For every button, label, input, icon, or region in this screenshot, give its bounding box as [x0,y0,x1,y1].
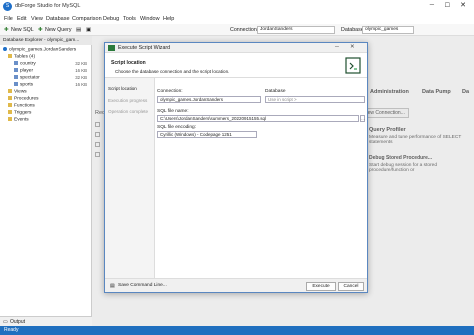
menu-tools[interactable]: Tools [123,16,136,22]
toolbar: ✚ New SQL ✚ New Query ▤ ▣ Connection: Jo… [0,24,474,36]
wizard-icon [108,45,115,51]
tree-events[interactable]: Events [8,117,29,122]
connection-select[interactable]: olympic_games.JordanSanders [157,96,261,103]
output-icon: ▭ [3,319,8,325]
menu-window[interactable]: Window [140,16,160,22]
folder-icon [8,103,12,107]
dialog-minimize-icon[interactable]: ─ [335,44,339,50]
tree-root-label: olympic_games.JordanSanders [9,47,77,53]
encoding-label: SQL file encoding: [157,125,197,130]
dialog-title-bar: Execute Script Wizard ─ ✕ [105,43,367,53]
execute-script-wizard: Execute Script Wizard ─ ✕ Script locatio… [104,42,368,293]
wizard-nav: Script location Execution progress Opera… [105,78,155,278]
connection-label: Connection: [230,27,259,33]
tree-root[interactable]: olympic_games.JordanSanders [3,47,76,52]
status-text: Ready [4,327,19,333]
tree-folder-label: Events [14,117,29,123]
explorer-title: Database Explorer - olympic_gam... [0,36,92,45]
tree-folder-label: Procedures [14,96,39,102]
database-label: Database [265,89,286,94]
title-bar: S dbForge Studio for MySQL ─ ☐ ✕ [0,0,474,13]
menu-help[interactable]: Help [163,16,174,22]
menu-view[interactable]: View [31,16,43,22]
menu-database[interactable]: Database [46,16,70,22]
connection-label: Connection: [157,89,183,94]
table-icon [14,82,18,86]
dialog-header: Script location Choose the database conn… [105,53,367,78]
table-name: player [20,68,34,74]
table-icon [14,61,18,65]
folder-icon [8,54,12,58]
header-desc: Choose the database connection and the s… [115,69,230,74]
output-tab-label: Output [10,319,26,325]
window-title: dbForge Studio for MySQL [15,3,81,9]
menu-bar: File Edit View Database Comparison Debug… [0,13,474,24]
app-logo-icon: S [3,2,12,11]
tree-folder-label: Views [14,89,27,95]
table-name: spectator [20,75,40,81]
minimize-icon[interactable]: ─ [430,2,434,8]
new-query-icon: ✚ [38,27,43,33]
browse-button[interactable]: … [360,115,365,122]
table-name: country [20,61,36,67]
dialog-title: Execute Script Wizard [118,45,171,51]
table-icon [14,68,18,72]
database-explorer: Database Explorer - olympic_gam... olymp… [0,36,92,326]
nav-operation-complete[interactable]: Operation complete [108,109,148,114]
menu-debug[interactable]: Debug [103,16,119,22]
connection-icon [3,47,7,51]
table-name: sports [20,82,34,88]
maximize-icon[interactable]: ☐ [445,2,450,9]
status-bar: Ready [0,326,474,335]
save-cmd-icon: ▤ [110,283,115,289]
nav-execution-progress[interactable]: Execution progress [108,98,147,103]
tree-procedures[interactable]: Procedures [8,96,39,101]
tree-functions[interactable]: Functions [8,103,35,108]
menu-comparison[interactable]: Comparison [72,16,102,22]
table-size: 32 KB [75,61,87,66]
database-select[interactable]: Use in script > [265,96,365,103]
cancel-button[interactable]: Cancel [338,282,364,291]
database-select[interactable]: olympic_games [362,26,414,34]
script-wizard-icon [345,57,361,74]
dialog-footer: ▤ Save Command Line... Execute Cancel [105,278,367,292]
table-size: 32 KB [75,75,87,80]
output-tab[interactable]: ▭ Output [0,316,92,326]
encoding-select[interactable]: Cyrillic (Windows) - Codepage 1251 [157,131,257,138]
tree-table-player[interactable]: player [14,68,33,73]
new-query-button[interactable]: New Query [45,27,72,33]
nav-script-location[interactable]: Script location [108,86,137,91]
save-icon[interactable]: ▣ [86,27,91,33]
tree-tables[interactable]: Tables (4) [8,54,35,59]
table-size: 16 KB [75,82,87,87]
save-command-line-button[interactable]: Save Command Line... [118,283,167,288]
sql-file-label: SQL file name: [157,109,189,114]
execute-button[interactable]: Execute [306,282,336,291]
menu-file[interactable]: File [4,16,13,22]
connection-select[interactable]: JordanSanders [257,26,335,34]
folder-icon [8,110,12,114]
tree-triggers[interactable]: Triggers [8,110,31,115]
table-icon [14,75,18,79]
sql-file-input[interactable]: C:\Users\JordanSanders\summers_202209151… [157,115,359,122]
table-size: 16 KB [75,68,87,73]
new-sql-button[interactable]: New SQL [11,27,34,33]
new-sql-icon: ✚ [4,27,9,33]
tree-folder-label: Triggers [14,110,32,116]
open-icon[interactable]: ▤ [76,27,81,33]
tree-table-sports[interactable]: sports [14,82,33,87]
folder-icon [8,117,12,121]
header-title: Script location [111,60,146,66]
tree-folder-label: Functions [14,103,35,109]
dialog-close-icon[interactable]: ✕ [350,44,355,50]
folder-icon [8,89,12,93]
tree-views[interactable]: Views [8,89,27,94]
tree-table-spectator[interactable]: spectator [14,75,40,80]
menu-edit[interactable]: Edit [17,16,26,22]
folder-icon [8,96,12,100]
tree-tables-label: Tables (4) [14,54,36,60]
close-icon[interactable]: ✕ [460,1,466,9]
